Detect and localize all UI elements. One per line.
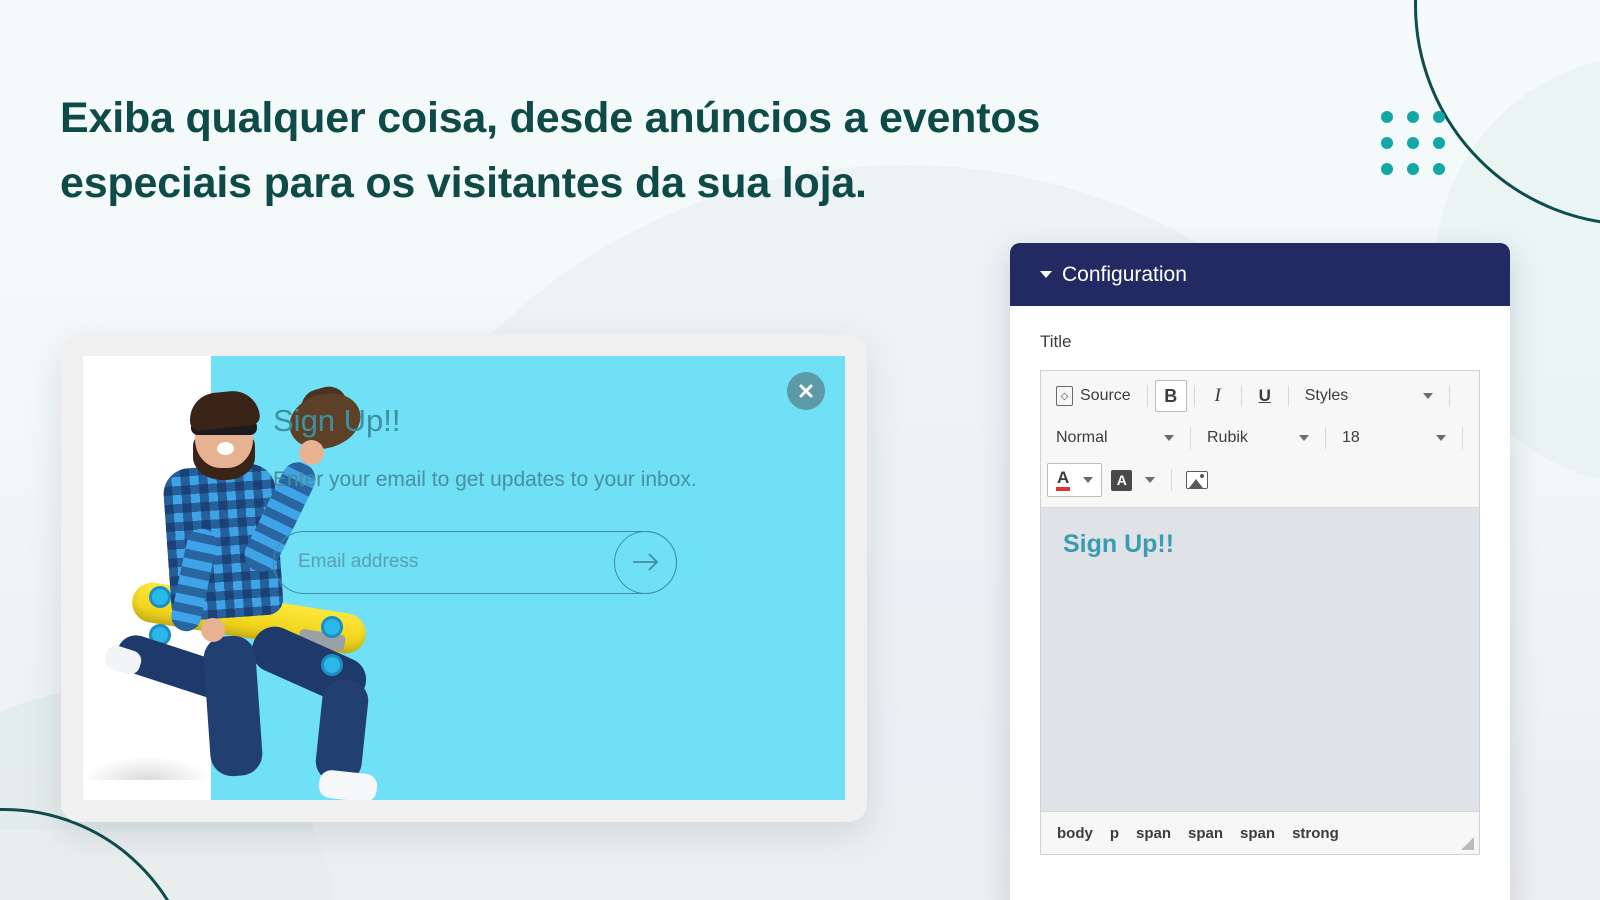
bold-icon: B [1164,385,1178,406]
grid-dot [1407,163,1419,175]
editor-toolbar-row-3: A A [1047,459,1473,501]
text-color-button[interactable]: A [1047,463,1103,497]
grid-dot [1381,137,1393,149]
toolbar-separator [1190,427,1191,449]
leg-front-thigh-shape [202,634,264,778]
page-root: Exiba qualquer coisa, desde anúncios a e… [0,0,1600,900]
configuration-panel-body: Title ◇ Source B I U Styles Normal Rubik… [1010,306,1510,855]
underline-icon: U [1258,386,1271,405]
source-button[interactable]: ◇ Source [1047,380,1140,412]
title-field-label: Title [1040,332,1072,351]
toolbar-separator [1193,385,1195,407]
element-path: body p span span span strong [1057,825,1339,842]
leg-front-lower-shape [313,677,371,785]
hand-lower-shape [201,618,225,642]
background-color-button[interactable]: A [1102,463,1164,497]
editor-toolbar-row-2: Normal Rubik 18 [1047,417,1473,459]
element-path-item[interactable]: body [1057,825,1093,842]
configuration-panel: Configuration Title ◇ Source B I U Style… [1010,243,1510,900]
source-button-label: Source [1080,387,1131,404]
chevron-down-icon [1083,477,1094,483]
editor-content-text: Sign Up!! [1063,530,1175,558]
shoe-front-shape [317,769,379,800]
page-title: Exiba qualquer coisa, desde anúncios a e… [60,93,1041,208]
popup-subtitle: Enter your email to get updates to your … [273,468,697,492]
element-path-item[interactable]: span [1188,825,1223,842]
grid-dot [1381,111,1393,123]
grid-dot [1407,137,1419,149]
toolbar-separator [1325,427,1326,449]
format-dropdown[interactable]: Normal [1047,422,1183,454]
chevron-down-icon [1422,393,1433,399]
element-path-item[interactable]: strong [1292,825,1339,842]
editor-content-area[interactable]: Sign Up!! [1041,508,1479,811]
email-signup-row [273,530,677,594]
format-dropdown-label: Normal [1056,429,1108,446]
grid-dot [1381,163,1393,175]
grid-dot [1433,137,1445,149]
close-icon [799,384,813,398]
italic-icon: I [1214,385,1221,406]
popup-body: Sign Up!! Enter your email to get update… [83,356,845,800]
close-popup-button[interactable] [787,372,825,410]
toolbar-separator [1462,427,1463,449]
toolbar-separator [1146,385,1148,407]
styles-dropdown-label: Styles [1304,387,1349,404]
element-path-item[interactable]: span [1136,825,1171,842]
chevron-down-icon [1299,435,1309,441]
toolbar-separator [1171,469,1173,491]
toolbar-separator [1240,385,1242,407]
arrow-right-icon [632,553,658,571]
popup-title: Sign Up!! [273,403,401,438]
grid-dot [1407,111,1419,123]
text-color-icon: A [1056,469,1071,491]
configuration-panel-title: Configuration [1062,262,1187,286]
background-color-icon: A [1111,469,1133,491]
styles-dropdown[interactable]: Styles [1296,380,1442,412]
fontsize-dropdown-label: 18 [1342,429,1360,446]
toolbar-separator [1448,385,1450,407]
font-dropdown[interactable]: Rubik [1198,422,1318,454]
rich-text-editor: ◇ Source B I U Styles Normal Rubik 18 A … [1040,370,1480,855]
chevron-down-icon [1164,435,1174,441]
image-icon [1186,471,1209,489]
caret-down-icon[interactable] [1040,271,1052,278]
popup-text-content: Sign Up!! Enter your email to get update… [273,403,703,594]
font-dropdown-label: Rubik [1207,429,1248,446]
submit-email-button[interactable] [614,530,677,594]
insert-image-button[interactable] [1179,464,1215,496]
dot-grid-icon [1381,111,1445,175]
mouth-shape [217,442,234,455]
bold-button[interactable]: B [1154,380,1187,412]
italic-button[interactable]: I [1202,380,1234,412]
editor-toolbar-row-1: ◇ Source B I U Styles [1047,375,1473,417]
editor-toolbar: ◇ Source B I U Styles Normal Rubik 18 A … [1041,371,1479,508]
popup-preview-card: Sign Up!! Enter your email to get update… [61,334,867,822]
toolbar-separator [1287,385,1289,407]
hair-shape [187,388,261,432]
element-path-item[interactable]: span [1240,825,1275,842]
resize-grip-icon[interactable] [1461,837,1474,850]
source-code-icon: ◇ [1056,386,1073,406]
chevron-down-icon [1145,477,1156,483]
configuration-panel-header[interactable]: Configuration [1010,243,1510,306]
grid-dot [1433,111,1445,123]
element-path-item[interactable]: p [1110,825,1119,842]
underline-button[interactable]: U [1249,380,1281,412]
fontsize-dropdown[interactable]: 18 [1333,422,1455,454]
editor-status-bar: body p span span span strong [1041,811,1479,854]
chevron-down-icon [1436,435,1446,441]
grid-dot [1433,163,1445,175]
